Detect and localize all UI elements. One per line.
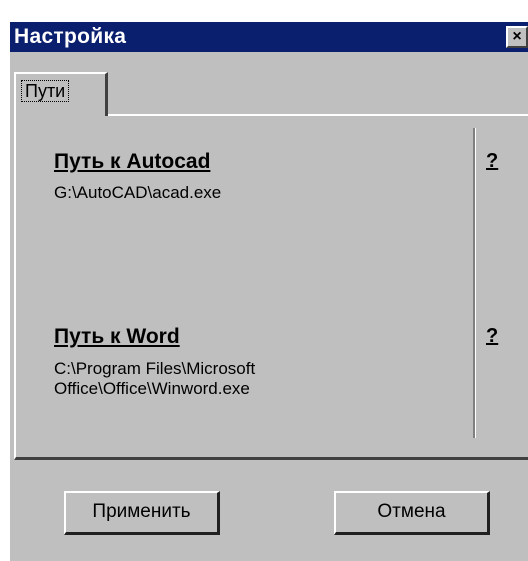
tab-paths-label: Пути [20, 80, 70, 102]
cancel-button[interactable]: Отмена [334, 491, 490, 535]
settings-dialog: Настройка × Пути Путь к Autocad G:\AutoC… [0, 0, 528, 561]
word-help-link[interactable]: ? [486, 325, 498, 348]
top-margin [0, 0, 528, 22]
close-icon: × [512, 28, 522, 45]
left-margin [0, 0, 10, 561]
tab-panel-paths: Путь к Autocad G:\AutoCAD\acad.exe ? Пут… [14, 114, 528, 460]
word-path-label: Путь к Word [54, 325, 180, 348]
apply-button[interactable]: Применить [64, 491, 220, 535]
window-title: Настройка [14, 25, 127, 48]
close-button[interactable]: × [506, 26, 528, 48]
word-path-value[interactable]: C:\Program Files\Microsoft Office\Office… [54, 359, 255, 399]
vertical-divider [473, 128, 476, 438]
title-bar[interactable]: Настройка × [10, 22, 528, 52]
tab-paths[interactable]: Пути [14, 72, 108, 116]
autocad-help-link[interactable]: ? [486, 150, 498, 173]
autocad-path-value[interactable]: G:\AutoCAD\acad.exe [54, 183, 221, 203]
autocad-path-label: Путь к Autocad [54, 150, 211, 173]
